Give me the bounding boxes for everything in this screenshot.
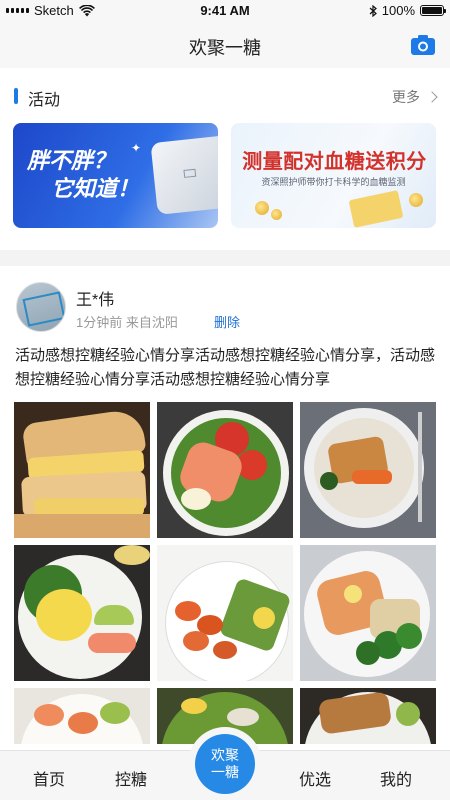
bluetooth-icon — [369, 4, 377, 17]
post-username[interactable]: 王*伟 — [76, 286, 114, 310]
coin-icon — [409, 193, 423, 207]
scale-illustration — [150, 135, 218, 215]
activity-banner-scale[interactable]: 胖不胖？ 它知道！ ✦ — [13, 123, 218, 228]
tab-mine[interactable]: 我的 — [380, 766, 412, 790]
banner-scale-text: 胖不胖？ 它知道！ — [27, 147, 139, 203]
camera-icon[interactable] — [410, 34, 436, 56]
center-tab-label-1: 欢聚 — [211, 747, 239, 763]
page-title: 欢聚一糖 — [189, 38, 261, 58]
battery-label: 100% — [381, 3, 415, 18]
photo-salmon-salad[interactable] — [157, 402, 293, 538]
activity-section: 活动 更多 胖不胖？ 它知道！ ✦ 测量配对血糖送积分 资深照护师带你打卡科学的… — [0, 68, 450, 250]
activity-title: 活动 — [28, 92, 61, 109]
center-tab-label-2: 一糖 — [211, 764, 239, 780]
tab-glucose-control[interactable]: 控糖 — [115, 766, 147, 790]
post-text: 活动感想控糖经验心情分享活动感想控糖经验心情分享，活动感想控糖经验心情分享活动感… — [15, 347, 436, 388]
banner-glucose-title: 测量配对血糖送积分 — [242, 151, 427, 173]
photo-eggs-avocado[interactable] — [14, 545, 150, 681]
photo-sandwich[interactable] — [14, 402, 150, 538]
coin-icon — [271, 209, 282, 220]
status-right: 100% — [369, 3, 446, 18]
more-label: 更多 — [392, 89, 420, 105]
status-bar: Sketch 9:41 AM 100% — [0, 0, 450, 22]
banner-glucose-subtitle: 资深照护师带你打卡科学的血糖监测 — [261, 177, 406, 187]
post-card: 王*伟 1分钟前 来自沈阳 删除 活动感想控糖经验心情分享活动感想控糖经验心情分… — [0, 266, 450, 800]
center-tab-button[interactable]: 欢聚 一糖 — [195, 734, 255, 794]
chevron-right-icon — [426, 91, 438, 103]
nav-bar: 欢聚一糖 — [0, 22, 450, 68]
banner-scale-line1: 胖不胖？ — [27, 148, 116, 173]
photo-shrimp-asparagus[interactable] — [157, 545, 293, 681]
avatar[interactable] — [16, 282, 66, 332]
photo-chicken-avocado[interactable] — [300, 688, 436, 744]
post-meta: 1分钟前 来自沈阳 — [76, 315, 178, 330]
points-card-illustration — [348, 190, 404, 228]
battery-icon — [420, 5, 446, 16]
section-accent-bar — [14, 88, 18, 104]
delete-button[interactable]: 删除 — [214, 312, 240, 331]
photo-chicken-veggies[interactable] — [300, 402, 436, 538]
tab-home[interactable]: 首页 — [33, 766, 65, 790]
activity-header: 活动 更多 — [14, 86, 438, 109]
coin-icon — [255, 201, 269, 215]
more-link[interactable]: 更多 — [392, 87, 438, 107]
banner-scale-line2: 它知道！ — [51, 176, 140, 201]
sparkle-icon: ✦ — [131, 141, 142, 155]
photo-shrimp-salad[interactable] — [14, 688, 150, 744]
tab-featured[interactable]: 优选 — [299, 766, 331, 790]
activity-banner-glucose[interactable]: 测量配对血糖送积分 资深照护师带你打卡科学的血糖监测 — [231, 123, 436, 228]
photo-salmon-broccoli[interactable] — [300, 545, 436, 681]
